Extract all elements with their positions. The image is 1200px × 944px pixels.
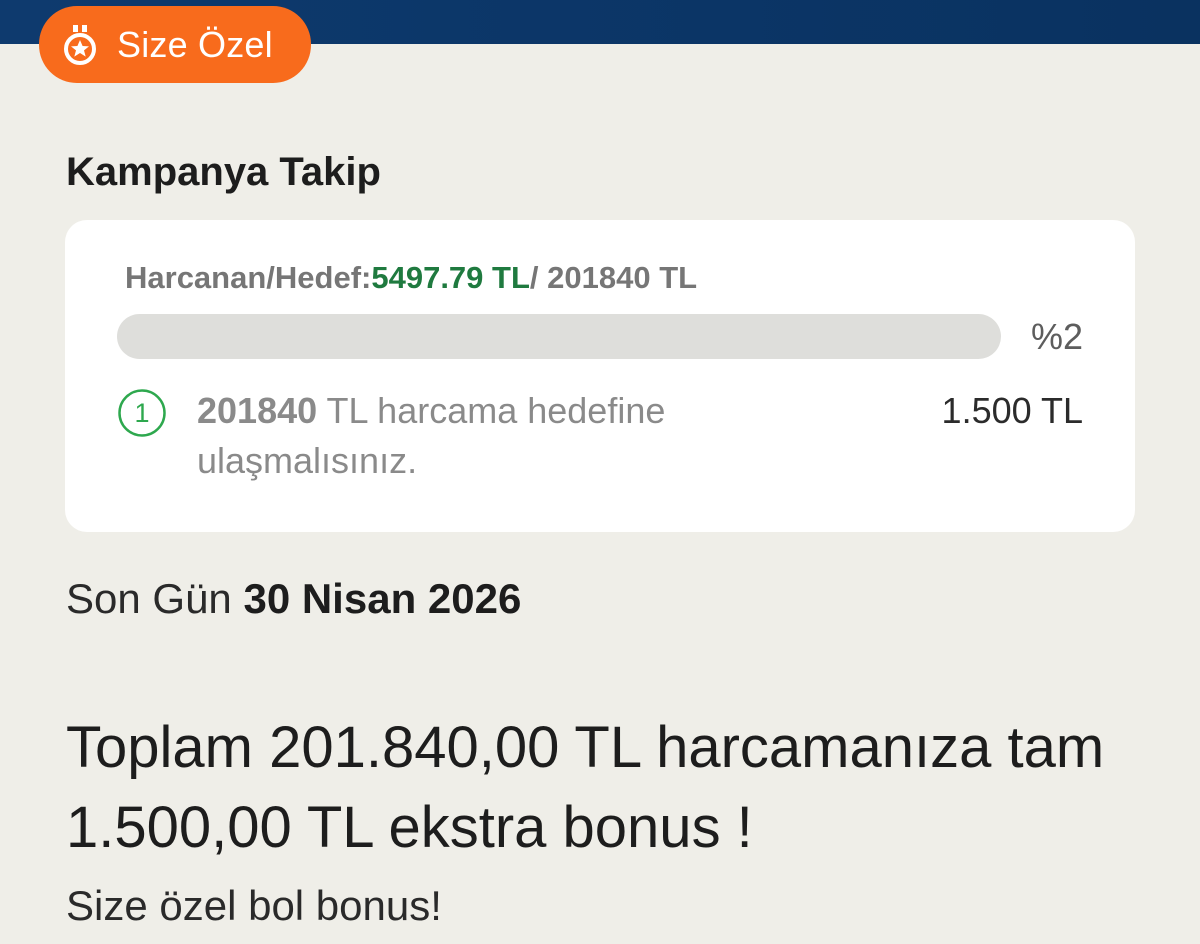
deadline-date: 30 Nisan 2026 (243, 575, 522, 622)
campaign-tracking-card: Harcanan/Hedef:5497.79 TL/ 201840 TL %2 … (65, 220, 1135, 532)
promo-headline: Toplam 201.840,00 TL harcamanıza tam 1.5… (66, 715, 1105, 860)
spent-prefix: Harcanan/Hedef: (125, 260, 372, 295)
spent-target-line: Harcanan/Hedef:5497.79 TL/ 201840 TL (125, 260, 697, 296)
size-ozel-badge[interactable]: Size Özel (39, 6, 311, 83)
promo-subline: Size özel bol bonus! (66, 882, 442, 929)
section-title: Kampanya Takip (66, 150, 381, 194)
step-target-value: 201840 (197, 390, 318, 431)
step-description: 201840 TL harcama hedefine ulaşmalısınız… (197, 386, 817, 486)
step-reward: 1.500 TL (941, 390, 1083, 431)
step-number: 1 (134, 398, 149, 428)
deadline: Son Gün 30 Nisan 2026 (66, 575, 521, 623)
target-suffix: / 201840 TL (529, 260, 698, 295)
badge-label: Size Özel (117, 23, 273, 65)
progress-percent: %2 (1030, 316, 1083, 357)
medal-star-icon (61, 24, 99, 66)
deadline-label: Son Gün (66, 575, 244, 622)
progress-bar (117, 314, 1001, 359)
step-number-icon: 1 (117, 388, 167, 438)
spent-value: 5497.79 TL (371, 260, 530, 295)
